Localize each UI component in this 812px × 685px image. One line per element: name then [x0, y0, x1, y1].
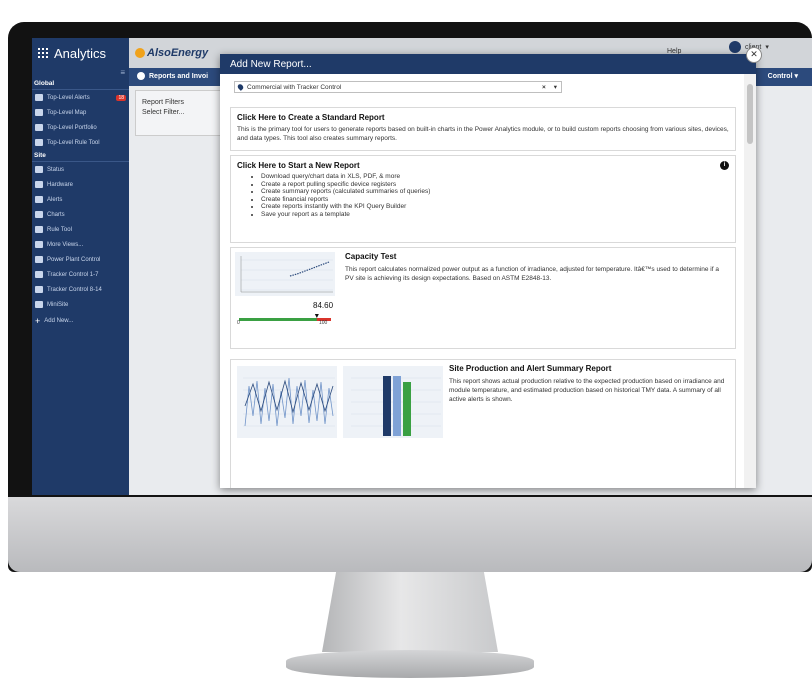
control-icon	[35, 271, 43, 278]
control-icon	[35, 256, 43, 263]
monitor-stand	[322, 572, 498, 652]
sidebar-item-top-level-alerts[interactable]: Top-Level Alerts 18	[32, 90, 129, 105]
briefcase-icon	[35, 124, 43, 131]
standard-report-desc: This is the primary tool for users to ge…	[237, 126, 729, 142]
list-item: Create a report pulling specific device …	[261, 181, 729, 189]
standard-report-title: Click Here to Create a Standard Report	[237, 113, 385, 122]
monitor-chin	[8, 497, 812, 572]
brand-logo[interactable]: AlsoEnergy	[135, 47, 208, 59]
close-icon[interactable]: ✕	[746, 47, 762, 63]
sidebar-section-global: Global	[32, 78, 129, 90]
warning-icon	[35, 94, 43, 101]
bar-chart-icon	[35, 211, 43, 218]
sidebar-item-status[interactable]: Status	[32, 162, 129, 177]
sidebar-item-top-level-rule-tool[interactable]: Top-Level Rule Tool	[32, 135, 129, 150]
chevron-down-icon: ▾	[794, 73, 798, 80]
sun-logo-icon	[135, 48, 145, 59]
gear-icon	[35, 181, 43, 188]
new-report-card[interactable]: Click Here to Start a New Report i Downl…	[230, 155, 736, 243]
gauge-min: 0	[237, 320, 240, 326]
sidebar-item-more-views[interactable]: More Views...	[32, 237, 129, 252]
scrollbar-thumb[interactable]	[747, 84, 753, 144]
site-production-title: Site Production and Alert Summary Report	[449, 364, 612, 373]
capacity-test-desc: This report calculates normalized power …	[345, 266, 719, 282]
sidebar-item-rule-tool[interactable]: Rule Tool	[32, 222, 129, 237]
sidebar-collapse-icon[interactable]: ≡	[32, 68, 129, 78]
standard-report-card[interactable]: Click Here to Create a Standard Report T…	[230, 107, 736, 151]
rule-icon	[35, 226, 43, 233]
list-item: Create summary reports (calculated summa…	[261, 188, 729, 196]
list-icon	[35, 241, 43, 248]
capacity-test-card[interactable]: 84.60 0 100 Capacity Test This report ca…	[230, 247, 736, 349]
site-production-thumbnail	[237, 366, 443, 438]
check-circle-icon	[35, 166, 43, 173]
gauge-max: 100	[319, 320, 328, 326]
site-production-card[interactable]: Site Production and Alert Summary Report…	[230, 359, 736, 488]
site-production-desc: This report shows actual production rela…	[449, 378, 725, 403]
dialog-scrollbar[interactable]	[744, 74, 756, 488]
minisite-icon	[35, 301, 43, 308]
report-filters-panel: Report Filters Select Filter...	[135, 90, 221, 136]
nav-title[interactable]: Reports and Invoi	[137, 72, 208, 80]
map-pin-icon	[236, 83, 245, 91]
dialog-title: Add New Report...	[230, 58, 312, 70]
capacity-test-title: Capacity Test	[345, 252, 397, 261]
sidebar-section-site: Site	[32, 150, 129, 162]
list-item: Create financial reports	[261, 196, 729, 204]
control-icon	[35, 286, 43, 293]
list-item: Create reports instantly with the KPI Qu…	[261, 203, 729, 211]
sidebar-item-add-new[interactable]: + Add New...	[32, 312, 129, 330]
sidebar-item-charts[interactable]: Charts	[32, 207, 129, 222]
sidebar-item-top-level-map[interactable]: Top-Level Map	[32, 105, 129, 120]
site-select[interactable]: Commercial with Tracker Control × ▾	[234, 81, 562, 93]
chevron-down-icon[interactable]: ▾	[554, 83, 557, 91]
warning-icon	[35, 196, 43, 203]
add-new-report-dialog: Add New Report... ✕ Commercial with Trac…	[220, 47, 762, 488]
gauge-value: 84.60	[313, 301, 334, 310]
gauge-marker-icon	[314, 314, 319, 318]
sidebar-item-tracker-control-8-14[interactable]: Tracker Control 8-14	[32, 282, 129, 297]
map-icon	[35, 109, 43, 116]
sidebar-item-alerts[interactable]: Alerts	[32, 192, 129, 207]
screen: Analytics ≡ Global Top-Level Alerts 18 To…	[32, 38, 812, 495]
capacity-test-thumbnail	[235, 252, 335, 321]
app-name: Analytics	[54, 45, 107, 61]
dialog-body: Commercial with Tracker Control × ▾ Clic…	[220, 74, 744, 488]
list-item: Download query/chart data in XLS, PDF, &…	[261, 173, 729, 181]
compass-icon	[137, 72, 145, 80]
user-avatar-icon	[729, 41, 741, 53]
info-icon[interactable]: i	[720, 161, 729, 170]
plus-icon: +	[35, 316, 41, 326]
sidebar: Analytics ≡ Global Top-Level Alerts 18 To…	[32, 38, 129, 495]
sidebar-item-minisite[interactable]: MiniSite	[32, 297, 129, 312]
sidebar-item-hardware[interactable]: Hardware	[32, 177, 129, 192]
select-filter-dropdown[interactable]: Select Filter...	[142, 109, 214, 116]
app-header[interactable]: Analytics	[32, 38, 129, 68]
sidebar-item-tracker-control-1-7[interactable]: Tracker Control 1-7	[32, 267, 129, 282]
alert-count-badge: 18	[116, 94, 126, 101]
sidebar-item-power-plant-control[interactable]: Power Plant Control	[32, 252, 129, 267]
gauge-fill	[239, 318, 317, 321]
new-report-title: Click Here to Start a New Report	[237, 161, 360, 170]
report-filters-label: Report Filters	[142, 99, 185, 106]
control-menu[interactable]: Control ▾	[768, 72, 798, 80]
clear-icon[interactable]: ×	[542, 84, 546, 91]
dialog-header: Add New Report... ✕	[220, 47, 762, 74]
rule-icon	[35, 139, 43, 146]
monitor-base	[286, 650, 534, 678]
list-item: Save your report as a template	[261, 211, 729, 219]
sidebar-item-top-level-portfolio[interactable]: Top-Level Portfolio	[32, 120, 129, 135]
app-grid-icon[interactable]	[38, 48, 48, 58]
chevron-down-icon: ▾	[765, 44, 769, 51]
new-report-features: Download query/chart data in XLS, PDF, &…	[237, 173, 729, 218]
